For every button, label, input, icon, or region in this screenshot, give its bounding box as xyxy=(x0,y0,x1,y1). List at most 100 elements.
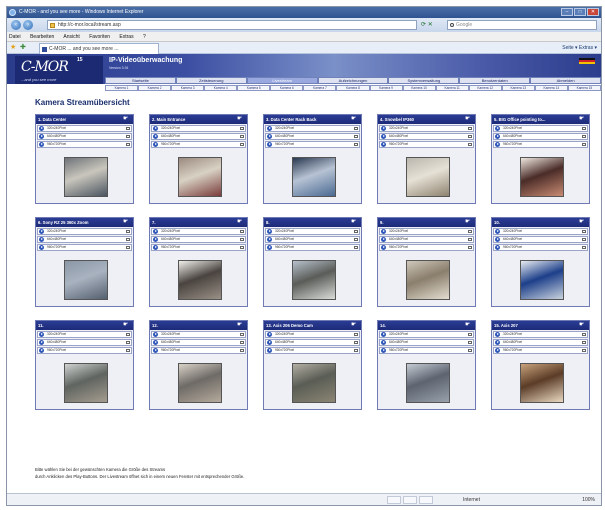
camera-thumbnail[interactable] xyxy=(64,363,108,403)
camera-thumbnail[interactable] xyxy=(520,157,564,197)
close-button[interactable]: ✕ xyxy=(587,8,599,16)
camera-tab-3[interactable]: Kamera 3 xyxy=(171,85,205,91)
camera-thumbnail[interactable] xyxy=(178,363,222,403)
play-icon[interactable] xyxy=(39,348,44,353)
play-icon[interactable] xyxy=(495,237,500,242)
menu-ansicht[interactable]: Ansicht xyxy=(63,34,79,40)
stream-row[interactable]: 640x480Pixel xyxy=(379,339,474,346)
play-icon[interactable] xyxy=(267,332,272,337)
nav-item-6[interactable]: Abmelden xyxy=(530,77,601,84)
play-icon[interactable] xyxy=(267,245,272,250)
stream-row[interactable]: 320x240Pixel xyxy=(379,228,474,235)
forward-button[interactable]: › xyxy=(23,20,33,30)
play-icon[interactable] xyxy=(267,237,272,242)
play-icon[interactable] xyxy=(39,237,44,242)
nav-item-2[interactable]: Livestream xyxy=(246,77,318,84)
camera-thumbnail[interactable] xyxy=(292,157,336,197)
menu-favoriten[interactable]: Favoriten xyxy=(89,34,110,40)
play-icon[interactable] xyxy=(153,237,158,242)
stream-row[interactable]: 960x720Pixel xyxy=(493,141,588,148)
stream-row[interactable]: 320x240Pixel xyxy=(379,331,474,338)
language-flag-icon[interactable] xyxy=(579,58,595,64)
stream-row[interactable]: 320x240Pixel xyxy=(37,228,132,235)
camera-thumbnail[interactable] xyxy=(406,260,450,300)
play-icon[interactable] xyxy=(153,332,158,337)
play-icon[interactable] xyxy=(153,126,158,131)
stream-row[interactable]: 320x240Pixel xyxy=(151,331,246,338)
stream-row[interactable]: 960x720Pixel xyxy=(265,347,360,354)
camera-control-hand-icon[interactable]: ☛ xyxy=(351,116,359,123)
stream-row[interactable]: 640x480Pixel xyxy=(37,339,132,346)
camera-thumbnail[interactable] xyxy=(406,363,450,403)
play-icon[interactable] xyxy=(381,348,386,353)
camera-tab-11[interactable]: Kamera 11 xyxy=(435,85,469,91)
stream-row[interactable]: 640x480Pixel xyxy=(265,133,360,140)
stream-row[interactable]: 960x720Pixel xyxy=(151,347,246,354)
play-icon[interactable] xyxy=(39,340,44,345)
camera-tab-12[interactable]: Kamera 12 xyxy=(468,85,502,91)
play-icon[interactable] xyxy=(267,126,272,131)
play-icon[interactable] xyxy=(267,134,272,139)
camera-control-hand-icon[interactable]: ☛ xyxy=(579,219,587,226)
camera-control-hand-icon[interactable]: ☛ xyxy=(123,219,131,226)
stream-row[interactable]: 320x240Pixel xyxy=(265,125,360,132)
play-icon[interactable] xyxy=(495,340,500,345)
stream-row[interactable]: 960x720Pixel xyxy=(379,347,474,354)
play-icon[interactable] xyxy=(495,245,500,250)
camera-control-hand-icon[interactable]: ☛ xyxy=(123,322,131,329)
url-field[interactable]: http://c-mor.local/stream.asp xyxy=(47,20,417,30)
stream-row[interactable]: 960x720Pixel xyxy=(493,347,588,354)
camera-thumbnail[interactable] xyxy=(520,260,564,300)
camera-tab-13[interactable]: Kamera 13 xyxy=(501,85,535,91)
menu-extras[interactable]: Extras xyxy=(119,34,133,40)
camera-control-hand-icon[interactable]: ☛ xyxy=(465,322,473,329)
camera-control-hand-icon[interactable]: ☛ xyxy=(351,322,359,329)
camera-control-hand-icon[interactable]: ☛ xyxy=(465,219,473,226)
stream-row[interactable]: 960x720Pixel xyxy=(493,244,588,251)
stream-row[interactable]: 960x720Pixel xyxy=(265,141,360,148)
play-icon[interactable] xyxy=(153,348,158,353)
stream-row[interactable]: 640x480Pixel xyxy=(37,236,132,243)
camera-thumbnail[interactable] xyxy=(178,260,222,300)
camera-tab-9[interactable]: Kamera 9 xyxy=(369,85,403,91)
nav-item-5[interactable]: Benutzerdaten xyxy=(459,77,531,84)
play-icon[interactable] xyxy=(267,229,272,234)
back-button[interactable]: ‹ xyxy=(11,20,21,30)
play-icon[interactable] xyxy=(381,245,386,250)
play-icon[interactable] xyxy=(153,229,158,234)
stream-row[interactable]: 320x240Pixel xyxy=(265,331,360,338)
play-icon[interactable] xyxy=(495,134,500,139)
stream-row[interactable]: 960x720Pixel xyxy=(151,141,246,148)
search-field[interactable]: Google xyxy=(447,20,597,30)
play-icon[interactable] xyxy=(381,332,386,337)
play-icon[interactable] xyxy=(153,340,158,345)
play-icon[interactable] xyxy=(39,126,44,131)
camera-tab-6[interactable]: Kamera 6 xyxy=(270,85,304,91)
play-icon[interactable] xyxy=(39,245,44,250)
play-icon[interactable] xyxy=(381,126,386,131)
nav-item-3[interactable]: Aufzeichnungen xyxy=(317,77,389,84)
stream-row[interactable]: 960x720Pixel xyxy=(37,244,132,251)
camera-thumbnail[interactable] xyxy=(406,157,450,197)
nav-item-4[interactable]: Systemverwaltung xyxy=(388,77,460,84)
play-icon[interactable] xyxy=(153,134,158,139)
camera-control-hand-icon[interactable]: ☛ xyxy=(579,322,587,329)
minimize-button[interactable]: – xyxy=(561,8,573,16)
camera-control-hand-icon[interactable]: ☛ xyxy=(351,219,359,226)
stream-row[interactable]: 320x240Pixel xyxy=(151,228,246,235)
add-favorite-icon[interactable]: ✚ xyxy=(20,44,26,52)
stream-row[interactable]: 320x240Pixel xyxy=(493,125,588,132)
stream-row[interactable]: 640x480Pixel xyxy=(493,133,588,140)
play-icon[interactable] xyxy=(381,237,386,242)
camera-tab-1[interactable]: Kamera 1 xyxy=(105,85,139,91)
stream-row[interactable]: 640x480Pixel xyxy=(265,339,360,346)
camera-tab-7[interactable]: Kamera 7 xyxy=(303,85,337,91)
camera-thumbnail[interactable] xyxy=(292,363,336,403)
menu-help[interactable]: ? xyxy=(143,34,146,40)
zoom-level[interactable]: 100% xyxy=(582,496,595,504)
stream-row[interactable]: 640x480Pixel xyxy=(493,339,588,346)
camera-thumbnail[interactable] xyxy=(292,260,336,300)
stream-row[interactable]: 960x720Pixel xyxy=(379,141,474,148)
stream-row[interactable]: 960x720Pixel xyxy=(151,244,246,251)
camera-tab-4[interactable]: Kamera 4 xyxy=(204,85,238,91)
